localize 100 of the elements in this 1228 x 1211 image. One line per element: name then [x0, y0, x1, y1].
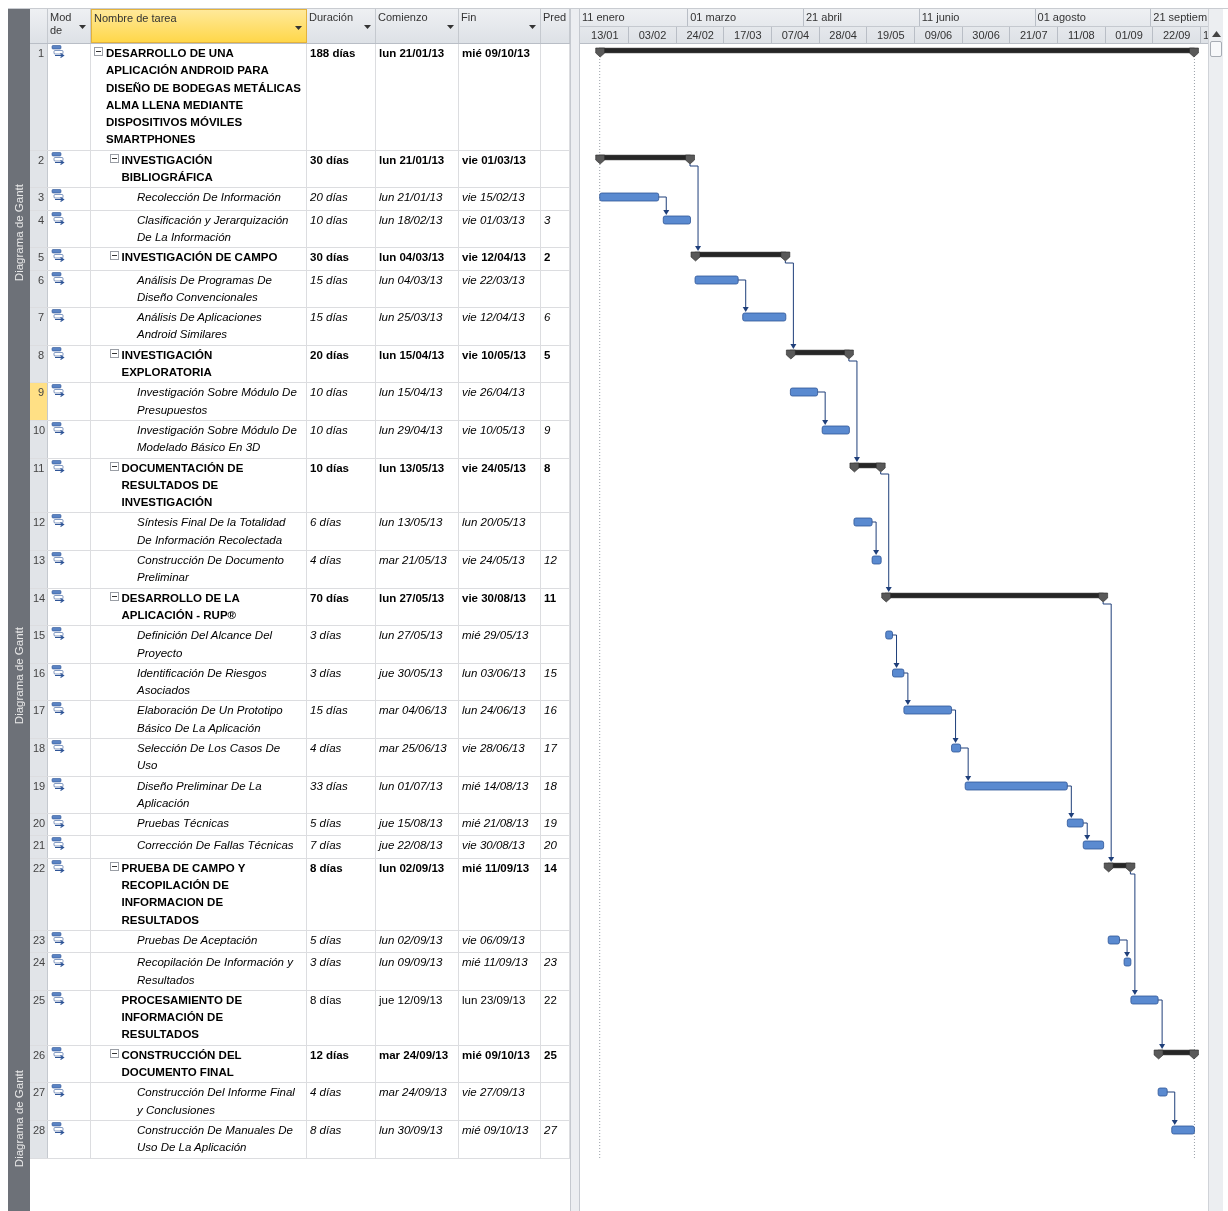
- row-number[interactable]: 1: [30, 44, 48, 150]
- dependency-arrow: [951, 709, 959, 743]
- finish-date-cell: mié 29/05/13: [462, 629, 529, 642]
- predecessor-cell: 15: [544, 666, 557, 679]
- column-header[interactable]: Fin: [459, 9, 541, 43]
- collapse-icon[interactable]: [109, 861, 119, 871]
- view-label[interactable]: Diagrama de Gantt: [13, 184, 25, 282]
- caret-icon[interactable]: [295, 26, 302, 30]
- row-number[interactable]: 28: [30, 1120, 48, 1158]
- view-label[interactable]: Diagrama de Gantt: [13, 1069, 25, 1167]
- column-header[interactable]: Nombre de tarea: [91, 9, 307, 43]
- task-bar: [885, 630, 893, 640]
- row-number[interactable]: 7: [30, 308, 48, 345]
- row-number[interactable]: 17: [30, 701, 48, 738]
- row-number[interactable]: 4: [30, 210, 48, 248]
- start-date-cell: lun 04/03/13: [379, 251, 445, 264]
- duration-cell: 4 días: [310, 554, 342, 566]
- start-date-cell: lun 27/05/13: [379, 629, 443, 642]
- summary-bar: [1153, 1049, 1199, 1060]
- task-name: Construcción Del Informe Final y Conclusiones: [137, 1085, 296, 1118]
- predecessor-cell: 11: [544, 591, 557, 604]
- row-number[interactable]: 25: [30, 990, 48, 1045]
- summary-bar: [1103, 862, 1136, 873]
- duration-cell: 3 días: [310, 629, 342, 642]
- collapse-icon[interactable]: [94, 47, 103, 56]
- caret-icon[interactable]: [447, 25, 454, 29]
- duration-cell: 8 días: [310, 861, 343, 874]
- timescale-label: 11 junio: [919, 9, 1036, 26]
- row-number[interactable]: 12: [30, 513, 48, 550]
- dependency-arrow: [817, 391, 829, 425]
- row-number[interactable]: 6: [30, 270, 48, 308]
- row-number[interactable]: 24: [30, 953, 48, 990]
- row-number[interactable]: 14: [30, 588, 48, 626]
- task-name: Diseño Preliminar De La Aplicación: [137, 778, 263, 811]
- task-mode-icon: [51, 346, 67, 361]
- caret-icon[interactable]: [364, 25, 371, 29]
- finish-date-cell: vie 06/09/13: [462, 933, 525, 946]
- row-number[interactable]: 13: [30, 551, 48, 588]
- start-date-cell: lun 21/01/13: [379, 47, 445, 59]
- duration-cell: 30 días: [310, 153, 349, 166]
- collapse-icon[interactable]: [109, 153, 119, 163]
- predecessor-cell: 25: [544, 1048, 557, 1061]
- caret-icon[interactable]: [529, 25, 536, 29]
- task-mode-icon: [51, 740, 67, 754]
- collapse-icon[interactable]: [109, 348, 119, 358]
- row-number[interactable]: 8: [30, 345, 48, 383]
- duration-cell: 5 días: [310, 817, 342, 830]
- duration-cell: 10 días: [310, 213, 348, 226]
- row-number[interactable]: 27: [30, 1083, 48, 1120]
- timescale-label: 13/01: [581, 27, 630, 44]
- row-number[interactable]: 18: [30, 739, 48, 776]
- dependency-arrow: [892, 634, 900, 668]
- view-label[interactable]: Diagrama de Gantt: [13, 626, 25, 725]
- collapse-icon[interactable]: [109, 461, 119, 471]
- start-date-cell: lun 09/09/13: [379, 956, 443, 969]
- row-number[interactable]: 21: [30, 836, 48, 858]
- duration-cell: 33 días: [310, 779, 348, 792]
- row-number[interactable]: 22: [30, 858, 48, 930]
- row-number[interactable]: 23: [30, 930, 48, 953]
- finish-date-cell: vie 30/08/13: [462, 839, 525, 852]
- timescale-label: 11 enero: [580, 9, 689, 26]
- duration-cell: 6 días: [310, 516, 342, 529]
- row-number[interactable]: 26: [30, 1045, 48, 1083]
- timescale-label: 17/03: [724, 27, 773, 44]
- finish-date-cell: mié 09/10/13: [462, 47, 530, 59]
- row-number[interactable]: 20: [30, 814, 48, 836]
- timescale-label: 01/09: [1105, 27, 1154, 44]
- timescale-label: 24/02: [676, 27, 725, 44]
- task-mode-icon: [51, 211, 67, 226]
- finish-date-cell: lun 23/09/13: [462, 993, 526, 1006]
- row-number[interactable]: 19: [30, 776, 48, 814]
- row-number[interactable]: 15: [30, 626, 48, 663]
- finish-date-cell: mié 09/10/13: [462, 1048, 530, 1061]
- row-number[interactable]: 16: [30, 663, 48, 701]
- task-name: PROCESAMIENTO DE INFORMACIÓN DE RESULTADOS: [121, 992, 244, 1043]
- caret-icon[interactable]: [79, 25, 86, 29]
- predecessor-cell: 9: [544, 423, 551, 436]
- duration-cell: 8 días: [310, 1123, 342, 1136]
- task-name: DESARROLLO DE LA APLICACIÓN - RUP®: [121, 590, 241, 623]
- collapse-icon[interactable]: [109, 1048, 119, 1058]
- task-name: Construcción De Documento Preliminar: [137, 553, 285, 586]
- row-number[interactable]: 11: [30, 458, 48, 513]
- column-header[interactable]: Duración: [307, 9, 376, 43]
- task-mode-icon: [51, 514, 67, 529]
- collapse-icon[interactable]: [109, 251, 119, 261]
- scrollbar-thumb[interactable]: [1210, 41, 1222, 57]
- collapse-icon[interactable]: [109, 591, 119, 601]
- row-number[interactable]: 10: [30, 420, 48, 458]
- column-header[interactable]: Comienzo: [376, 9, 459, 43]
- row-number[interactable]: 3: [30, 188, 48, 210]
- duration-cell: 4 días: [310, 1086, 342, 1099]
- timescale-label: 21/07: [1010, 27, 1059, 44]
- scroll-up-icon[interactable]: [1211, 31, 1221, 37]
- row-number[interactable]: 5: [30, 248, 48, 270]
- duration-cell: 20 días: [310, 191, 348, 204]
- task-mode-icon: [51, 954, 67, 969]
- finish-date-cell: lun 03/06/13: [462, 666, 526, 679]
- row-number[interactable]: 2: [30, 150, 48, 188]
- timescale-label: 30/06: [962, 27, 1011, 44]
- row-number[interactable]: 9: [30, 383, 48, 420]
